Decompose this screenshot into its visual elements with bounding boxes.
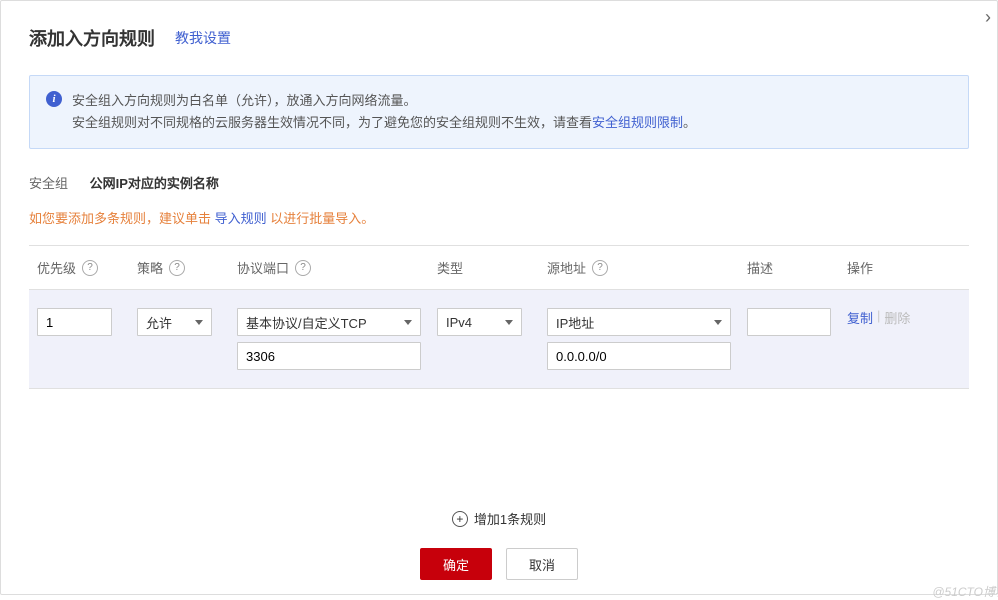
table-header: 优先级 ? 策略 ? 协议端口 ? 类型 源地址 ? 描述 操作 xyxy=(29,245,969,290)
import-rules-link[interactable]: 导入规则 xyxy=(215,211,267,226)
rule-limit-link[interactable]: 安全组规则限制 xyxy=(592,115,683,130)
ok-button[interactable]: 确定 xyxy=(420,548,492,580)
copy-action[interactable]: 复制 xyxy=(847,308,873,327)
table-row: 允许 基本协议/自定义TCP IPv4 xyxy=(29,290,969,389)
help-icon[interactable]: ? xyxy=(295,260,311,276)
col-protocol-label: 协议端口 xyxy=(237,258,289,277)
dialog-title: 添加入方向规则 xyxy=(29,25,155,51)
dialog-header: 添加入方向规则 教我设置 xyxy=(29,25,969,51)
source-type-select[interactable]: IP地址 xyxy=(547,308,731,336)
info-banner: i 安全组入方向规则为白名单（允许），放通入方向网络流量。 安全组规则对不同规格… xyxy=(29,75,969,149)
col-priority-label: 优先级 xyxy=(37,258,76,277)
delete-action[interactable]: 删除 xyxy=(884,308,910,327)
chevron-down-icon xyxy=(505,320,513,325)
rule-table: 优先级 ? 策略 ? 协议端口 ? 类型 源地址 ? 描述 操作 xyxy=(29,245,969,389)
policy-select[interactable]: 允许 xyxy=(137,308,212,336)
security-group-label: 安全组 xyxy=(29,176,68,191)
priority-input[interactable] xyxy=(37,308,112,336)
type-select[interactable]: IPv4 xyxy=(437,308,522,336)
description-input[interactable] xyxy=(747,308,831,336)
info-line2: 安全组规则对不同规格的云服务器生效情况不同，为了避免您的安全组规则不生效，请查看… xyxy=(72,112,696,134)
source-value-input[interactable] xyxy=(547,342,731,370)
col-action-label: 操作 xyxy=(847,258,873,277)
add-inbound-rule-dialog: › 添加入方向规则 教我设置 i 安全组入方向规则为白名单（允许），放通入方向网… xyxy=(0,0,998,595)
info-icon: i xyxy=(46,91,62,107)
watermark: @51CTO博客 xyxy=(932,583,998,600)
col-policy-label: 策略 xyxy=(137,258,163,277)
col-type-label: 类型 xyxy=(437,258,463,277)
security-group-row: 安全组 公网IP对应的实例名称 xyxy=(29,173,969,192)
info-text: 安全组入方向规则为白名单（允许），放通入方向网络流量。 安全组规则对不同规格的云… xyxy=(72,90,696,134)
dialog-footer: 确定 取消 xyxy=(29,548,969,580)
port-input[interactable] xyxy=(237,342,421,370)
chevron-down-icon xyxy=(195,320,203,325)
info-line1: 安全组入方向规则为白名单（允许），放通入方向网络流量。 xyxy=(72,90,696,112)
chevron-down-icon xyxy=(404,320,412,325)
help-icon[interactable]: ? xyxy=(82,260,98,276)
import-tip: 如您要添加多条规则，建议单击 导入规则 以进行批量导入。 xyxy=(29,208,969,227)
protocol-select[interactable]: 基本协议/自定义TCP xyxy=(237,308,421,336)
help-link[interactable]: 教我设置 xyxy=(175,28,231,48)
plus-icon: + xyxy=(452,511,468,527)
chevron-down-icon xyxy=(714,320,722,325)
col-source-label: 源地址 xyxy=(547,258,586,277)
help-icon[interactable]: ? xyxy=(169,260,185,276)
security-group-value: 公网IP对应的实例名称 xyxy=(90,176,219,191)
add-rule-button[interactable]: + 增加1条规则 xyxy=(29,509,969,528)
col-desc-label: 描述 xyxy=(747,258,773,277)
close-icon[interactable]: › xyxy=(985,7,991,28)
help-icon[interactable]: ? xyxy=(592,260,608,276)
cancel-button[interactable]: 取消 xyxy=(506,548,578,580)
